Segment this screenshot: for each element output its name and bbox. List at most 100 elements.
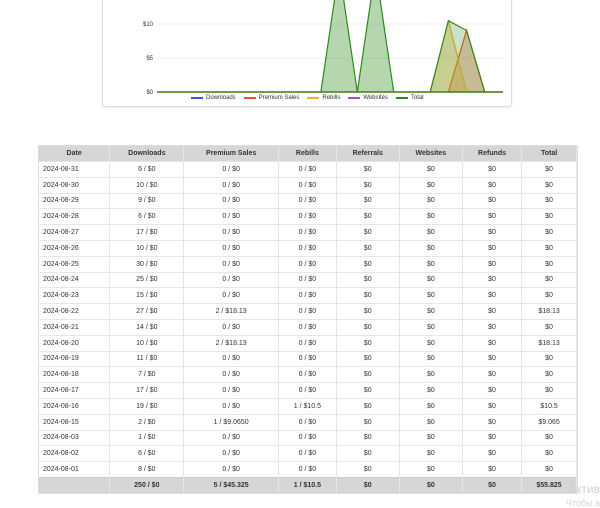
table-cell: $0 [336,224,400,241]
table-cell: 0 / $0 [183,287,279,304]
table-cell: $0 [521,366,577,383]
legend-swatch [348,97,361,99]
table-cell: $0 [462,239,523,257]
table-row: 2024-08-15 2 / $0 1 / $9.0650 0 / $0 $0 $0 $0 $… [39,413,577,431]
table-cell: $0 [336,208,400,225]
table-cell: $0 [399,461,464,478]
table-cell: $0 [399,334,464,352]
table-cell: $0 [462,161,523,178]
table-cell: $0 [399,350,464,367]
table-cell: $0 [336,461,400,478]
table-row: 2024-08-21 14 / $0 0 / $0 0 / $0 $0 $0 $0 $0 [39,318,577,336]
table-cell: 0 / $0 [278,255,337,273]
table-cell: $0 [336,445,400,462]
table-cell: 0 / $0 [278,429,337,446]
table-cell: 0 / $0 [183,350,279,367]
legend-swatch [191,97,203,99]
table-row: 2024-08-17 17 / $0 0 / $0 0 / $0 $0 $0 $0 $0 [39,382,577,399]
column-header[interactable]: Referrals [336,146,400,162]
date-cell: 2024-08-17 [39,382,111,399]
table-cell: 0 / $0 [183,397,279,415]
table-cell: $18.13 [521,334,577,352]
legend-item-websites[interactable]: Websites [348,95,388,101]
date-cell: 2024-08-29 [39,192,111,209]
column-header[interactable]: Rebills [278,146,337,162]
total-cell: $0 [462,476,523,493]
column-header[interactable]: Websites [399,146,464,162]
table-cell: $0 [399,397,464,415]
table-cell: 0 / $0 [183,429,279,446]
date-cell: 2024-08-23 [39,287,111,304]
date-cell: 2024-08-03 [39,429,111,446]
legend-item-premium-sales[interactable]: Premium Sales [243,95,299,101]
table-cell: $0 [462,287,523,304]
table-cell: 0 / $0 [278,192,337,209]
table-cell: 0 / $0 [183,224,279,241]
table-cell: 7 / $0 [109,366,185,383]
column-header[interactable]: Downloads [109,146,185,162]
column-header[interactable]: Premium Sales [183,146,279,162]
table-cell: $18.13 [521,303,577,320]
table-cell: $0 [336,255,400,273]
table-cell: $0 [462,382,523,399]
date-cell: 2024-08-28 [39,208,111,225]
table-cell: 6 / $0 [109,208,185,225]
total-cell: 250 / $0 [109,476,185,493]
table-cell: $0 [462,271,523,288]
area-chart: $0 $5 $10 [143,0,503,96]
table-cell: $0 [399,445,464,462]
table-cell: $0 [399,192,464,209]
column-header[interactable]: Total [521,146,577,162]
table-cell: $0 [336,318,400,336]
table-cell: 0 / $0 [278,208,337,225]
legend-item-rebills[interactable]: Rebills [307,95,340,101]
table-cell: $0 [336,334,400,352]
table-cell: $0 [521,176,577,194]
column-header[interactable]: Refunds [462,146,523,162]
column-header[interactable]: Date [39,146,111,162]
table-cell: 6 / $0 [109,445,185,462]
table-cell: 14 / $0 [109,318,185,336]
legend-item-total[interactable]: Total [395,95,424,101]
table-cell: $0 [399,303,464,320]
table-row: 2024-08-23 15 / $0 0 / $0 0 / $0 $0 $0 $0 $0 [39,287,577,304]
table-cell: 0 / $0 [183,239,279,257]
table-cell: 0 / $0 [278,303,337,320]
table-cell: 0 / $0 [278,350,337,367]
table-cell: $0 [336,239,400,257]
table-row: 2024-08-27 17 / $0 0 / $0 0 / $0 $0 $0 $0 $0 [39,224,577,241]
table-cell: $0 [462,208,523,225]
table-cell: 0 / $0 [278,413,337,431]
table-cell: 1 / $9.0650 [183,413,279,431]
date-cell: 2024-08-24 [39,271,111,288]
date-cell: 2024-08-20 [39,334,111,352]
table-cell: 0 / $0 [278,239,337,257]
table-cell: 0 / $0 [183,192,279,209]
table-cell: $0 [521,461,577,478]
table-cell: $0 [462,334,523,352]
table-cell: 0 / $0 [183,161,279,178]
table-cell: 0 / $0 [278,366,337,383]
date-cell: 2024-08-16 [39,397,111,415]
table-row: 2024-08-16 19 / $0 0 / $0 1 / $10.5 $0 $0 $0 $1… [39,397,577,415]
table-cell: $0 [462,366,523,383]
table-cell: 2 / $0 [109,413,185,431]
table-cell: 0 / $0 [183,208,279,225]
table-cell: $0 [521,255,577,273]
table-cell: 0 / $0 [278,318,337,336]
table-cell: $0 [336,397,400,415]
table-cell: $0 [521,445,577,462]
date-cell: 2024-08-19 [39,350,111,367]
date-cell: 2024-08-26 [39,239,111,257]
table-cell: $0 [521,318,577,336]
table-cell: $0 [521,208,577,225]
table-cell: $0 [399,429,464,446]
table-cell: 25 / $0 [109,271,185,288]
table-cell: $0 [521,350,577,367]
table-cell: $0 [462,350,523,367]
legend-item-downloads[interactable]: Downloads [191,95,236,101]
table-cell: $0 [462,255,523,273]
date-cell: 2024-08-18 [39,366,111,383]
activation-watermark: Актив [568,482,600,496]
table-cell: $0 [462,445,523,462]
